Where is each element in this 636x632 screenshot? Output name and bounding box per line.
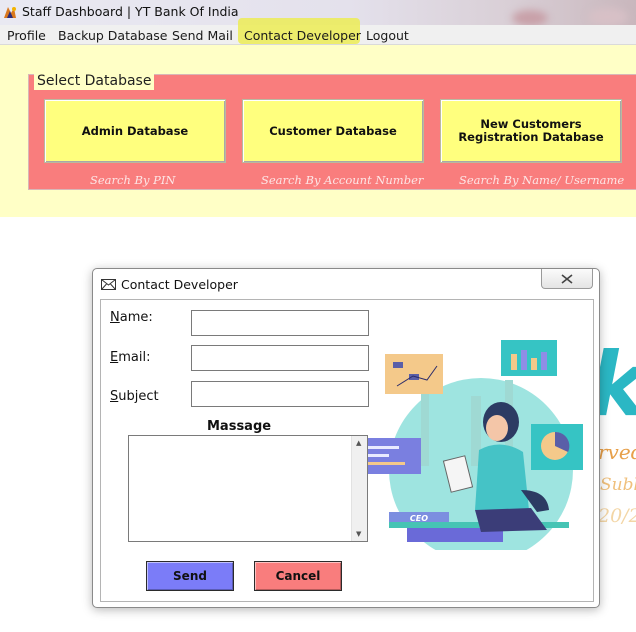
email-label: Email: — [110, 350, 150, 365]
staff-dashboard-window: Staff Dashboard | YT Bank Of India Profi… — [0, 0, 636, 632]
search-by-pin-caption: Search By PIN — [90, 173, 176, 187]
scroll-down-arrow-icon[interactable]: ▼ — [356, 530, 361, 538]
dialog-close-button[interactable] — [541, 269, 593, 289]
background-text-fragment: 20/2 — [598, 505, 636, 527]
email-label-text: mail: — [118, 350, 151, 365]
ceo-badge-label: CEO — [410, 514, 428, 523]
titlebar-decoration — [512, 10, 548, 26]
envelope-icon — [101, 279, 116, 290]
message-textarea[interactable] — [129, 436, 351, 541]
name-field[interactable] — [191, 310, 369, 336]
search-by-account-caption: Search By Account Number — [261, 173, 424, 187]
search-by-name-caption: Search By Name/ Username — [459, 173, 625, 187]
menu-item-logout[interactable]: Logout — [366, 27, 409, 44]
menu-item-profile[interactable]: Profile — [7, 27, 46, 44]
menu-item-contact-developer[interactable]: Contact Developer — [244, 27, 361, 44]
dialog-content: Name: Email: Subject CEO Massage ▲ ▼ Sen… — [100, 299, 594, 602]
subject-field[interactable] — [191, 381, 369, 407]
name-label-accelerator: N — [110, 310, 120, 325]
cancel-button[interactable]: Cancel — [254, 561, 342, 591]
chart-card-pie — [531, 424, 583, 470]
window-title: Staff Dashboard | YT Bank Of India — [22, 4, 239, 19]
scroll-up-arrow-icon[interactable]: ▲ — [356, 439, 361, 447]
background-text-fragment: Subl — [600, 475, 636, 495]
dialog-title: Contact Developer — [121, 277, 238, 292]
email-label-accelerator: E — [110, 350, 119, 365]
select-database-title: Select Database — [34, 72, 155, 90]
new-customers-registration-database-button[interactable]: New Customers Registration Database — [440, 99, 622, 163]
close-icon — [561, 273, 573, 284]
name-input[interactable] — [192, 311, 368, 335]
background-text-fragment: rved — [598, 440, 636, 464]
chart-card-orange — [385, 354, 443, 394]
subject-label: Subject — [110, 389, 159, 404]
name-label-text: ame: — [119, 310, 153, 325]
message-box: ▲ ▼ — [128, 435, 368, 542]
subject-label-text: ubject — [118, 389, 159, 404]
message-scrollbar[interactable]: ▲ ▼ — [351, 436, 367, 541]
app-logo-icon — [4, 7, 16, 18]
titlebar-decoration — [588, 8, 628, 26]
menu-item-backup-database[interactable]: Backup Database — [58, 27, 167, 44]
subject-input[interactable] — [192, 382, 368, 406]
name-label: Name: — [110, 310, 153, 325]
menu-item-send-mail[interactable]: Send Mail — [172, 27, 233, 44]
send-button[interactable]: Send — [146, 561, 234, 591]
developer-illustration: CEO — [351, 340, 583, 550]
contact-developer-dialog: Contact Developer Name: Email: Subject C… — [92, 268, 600, 608]
chart-card-bars — [501, 340, 557, 376]
email-field[interactable] — [191, 345, 369, 371]
admin-database-button[interactable]: Admin Database — [44, 99, 226, 163]
email-input[interactable] — [192, 346, 368, 370]
message-label: Massage — [207, 419, 272, 434]
customer-database-button[interactable]: Customer Database — [242, 99, 424, 163]
